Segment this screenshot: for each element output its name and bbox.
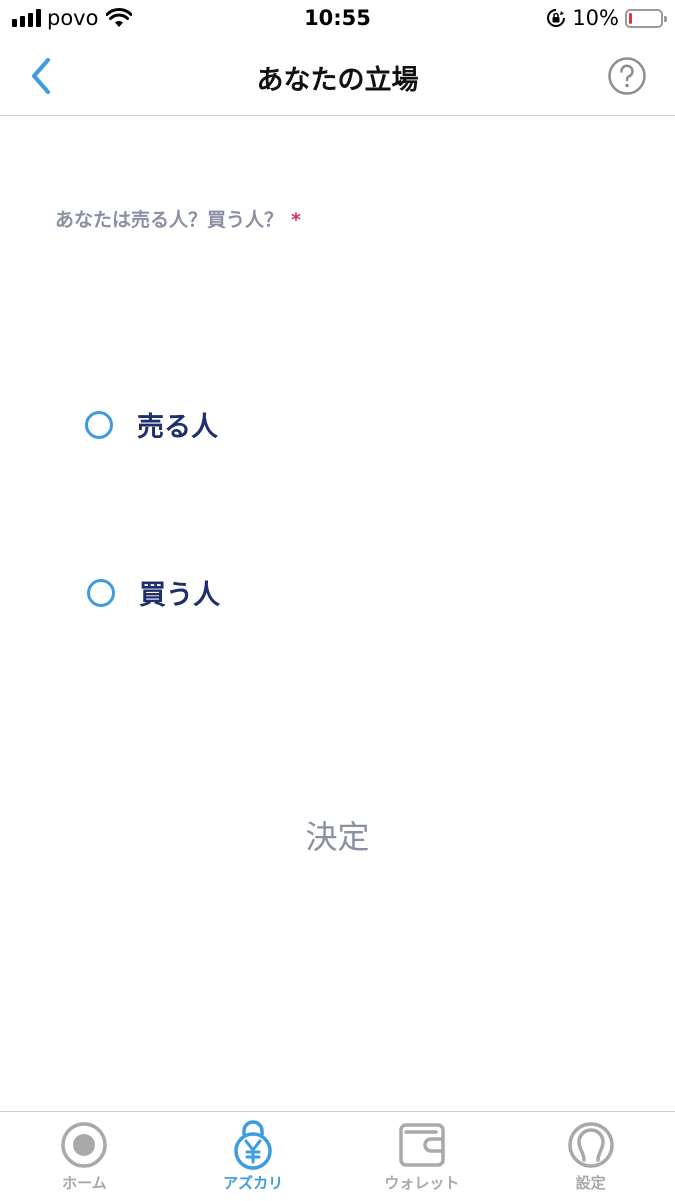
question-text: あなたは売る人？買う人？	[55, 209, 284, 231]
wallet-icon	[399, 1123, 445, 1167]
tab-home[interactable]: ホーム	[0, 1112, 169, 1201]
battery-icon	[625, 8, 667, 28]
page-title: あなたの立場	[256, 65, 419, 96]
battery-fill	[629, 12, 632, 24]
tab-azukari[interactable]: アズカリ	[169, 1112, 338, 1201]
tab-wallet-label: ウォレット	[384, 1174, 460, 1192]
question-circle-icon	[608, 57, 646, 95]
battery-percent: 10%	[572, 6, 619, 30]
tab-settings-label: 設定	[575, 1174, 606, 1192]
tab-azukari-label: アズカリ	[223, 1174, 284, 1192]
tab-home-label: ホーム	[62, 1174, 107, 1192]
tab-settings[interactable]: 設定	[506, 1112, 675, 1201]
radio-seller[interactable]	[85, 410, 113, 439]
option-buyer[interactable]: 買う人	[87, 573, 220, 612]
question-label: あなたは売る人？買う人？ *	[55, 205, 301, 232]
tab-wallet[interactable]: ウォレット	[338, 1112, 507, 1201]
status-right: 10%	[546, 6, 667, 30]
home-record-icon	[61, 1122, 108, 1168]
yen-lock-icon	[234, 1120, 272, 1170]
submit-button[interactable]: 決定	[0, 812, 675, 858]
orientation-lock-icon	[547, 9, 566, 27]
help-button[interactable]	[607, 56, 647, 96]
required-mark: *	[291, 209, 301, 231]
radio-buyer[interactable]	[87, 578, 115, 607]
option-buyer-label: 買う人	[139, 580, 220, 611]
nav-bar: あなたの立場	[0, 38, 675, 116]
tab-bar: ホーム アズカリ ウォレット 設定	[0, 1111, 675, 1201]
option-seller-label: 売る人	[137, 412, 218, 443]
status-bar: povo 10:55 10%	[0, 0, 675, 38]
option-seller[interactable]: 売る人	[85, 405, 218, 444]
settings-person-icon	[567, 1122, 614, 1168]
